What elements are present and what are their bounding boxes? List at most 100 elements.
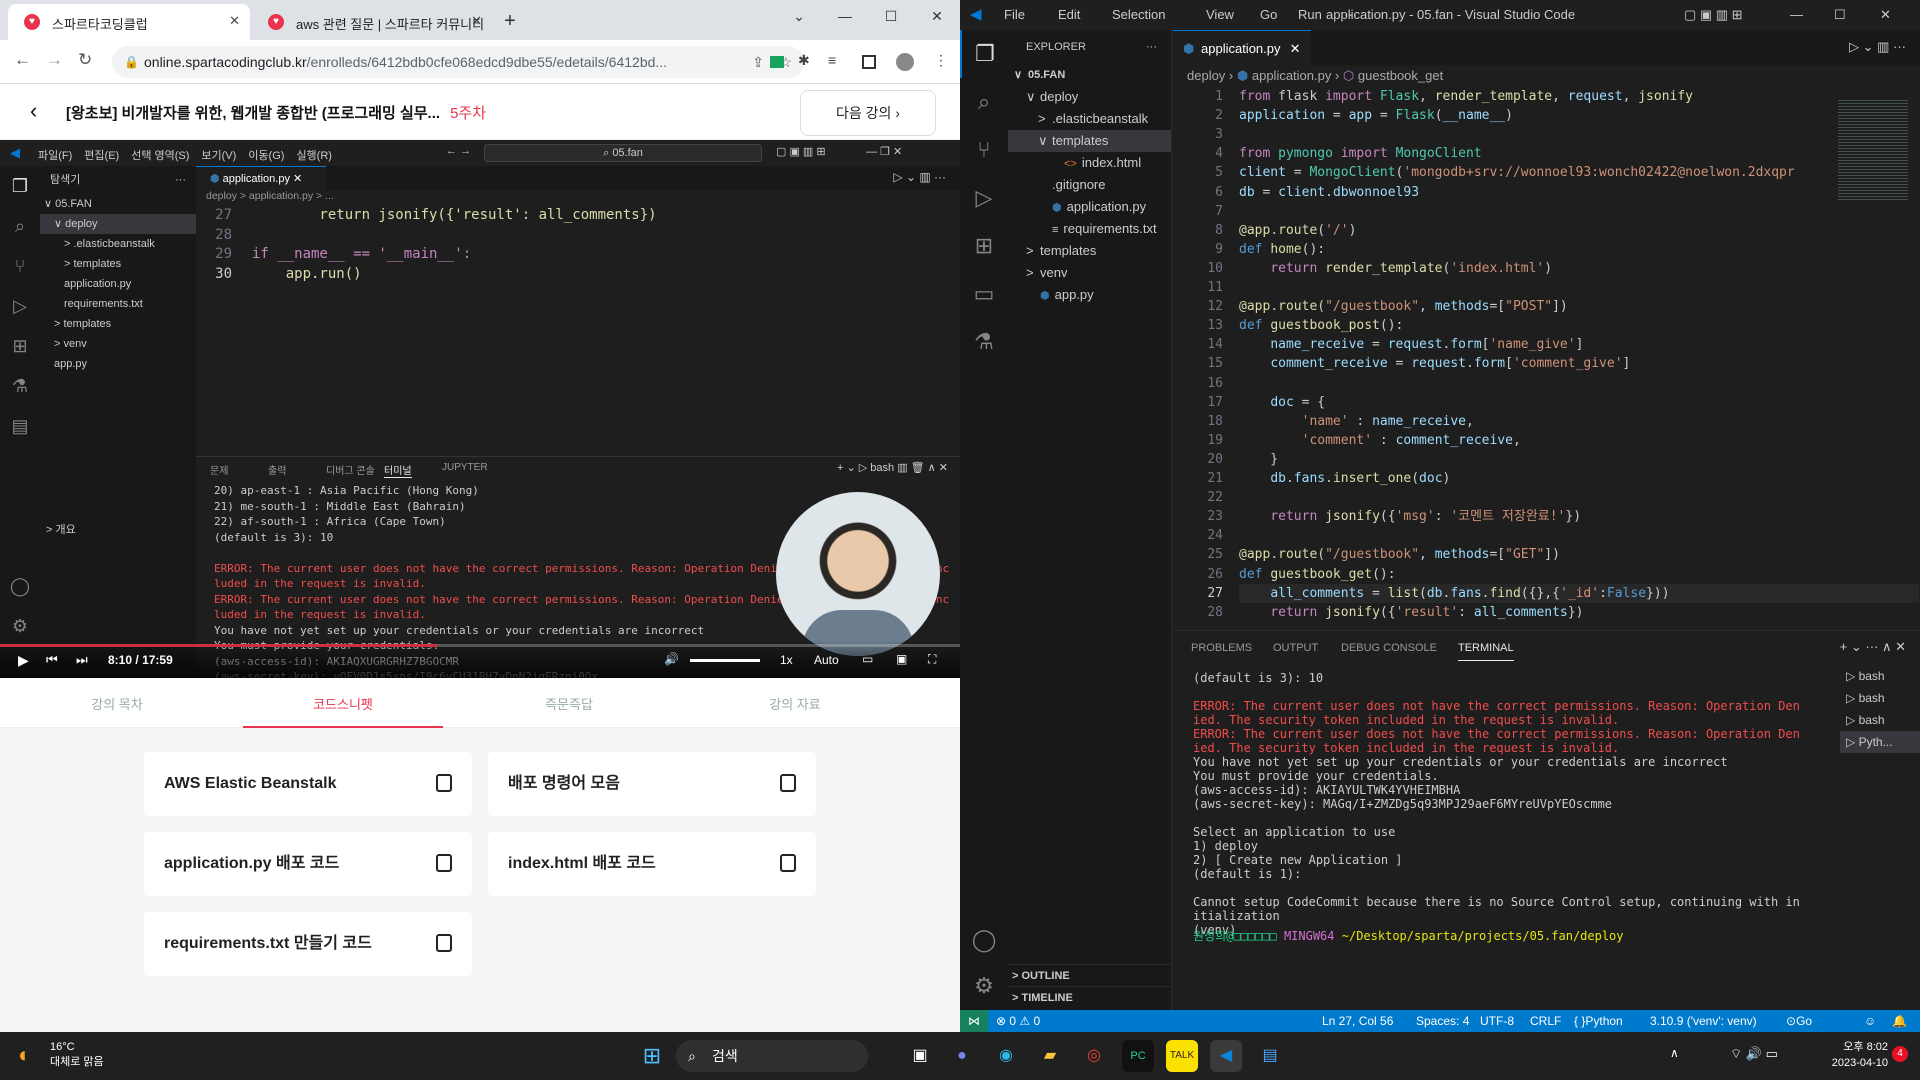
terminal-instance[interactable]: ▷ bash xyxy=(1840,687,1920,709)
copy-icon[interactable] xyxy=(780,774,796,792)
explorer-icon[interactable]: ❐ xyxy=(960,30,1008,78)
extensions-icon[interactable]: ⊞ xyxy=(960,222,1008,270)
subtitles-icon[interactable]: ▭ xyxy=(862,652,873,666)
tab-search-icon[interactable]: ⌄ xyxy=(776,0,822,32)
close-button[interactable]: ✕ xyxy=(914,0,960,32)
browser-tab-active[interactable]: ♥ 스파르타코딩클럽 ✕ xyxy=(8,4,250,40)
snippet-card[interactable]: 배포 명령어 모음 xyxy=(488,752,816,816)
close-button[interactable]: ✕ xyxy=(1880,7,1891,23)
tab-close-icon[interactable]: ✕ xyxy=(471,13,482,29)
snippet-card[interactable]: requirements.txt 만들기 코드 xyxy=(144,912,472,976)
lecture-video[interactable]: ◀ 파일(F) 편집(E) 선택 영역(S) 보기(V) 이동(G) 실행(R) ← → … xyxy=(0,140,960,678)
go-live-button[interactable]: ⊙ Go Live xyxy=(1786,1010,1812,1032)
gear-icon[interactable]: ⚙ xyxy=(960,962,1008,1010)
tree-item[interactable]: ∨ 05.FAN xyxy=(1008,64,1171,86)
outline-section[interactable]: > OUTLINE xyxy=(1008,964,1171,986)
play-icon[interactable]: ▶ xyxy=(18,652,29,669)
terminal-instance[interactable]: ▷ Pyth... xyxy=(1840,731,1920,753)
pycharm-icon[interactable]: PC xyxy=(1122,1040,1154,1072)
reload-icon[interactable]: ↻ xyxy=(78,50,92,70)
panel-tab-debug-console[interactable]: DEBUG CONSOLE xyxy=(1341,642,1437,654)
edge-icon[interactable]: ◉ xyxy=(990,1040,1022,1072)
menu-item-go[interactable]: Go xyxy=(1260,7,1277,22)
language-status[interactable]: { } Python xyxy=(1574,1010,1623,1032)
task-view-icon[interactable]: ▣ xyxy=(904,1040,936,1072)
run-debug-icon[interactable]: ▷ xyxy=(960,174,1008,222)
testing-icon[interactable]: ⚗ xyxy=(960,318,1008,366)
tray-chevron-icon[interactable]: ∧ xyxy=(1670,1046,1679,1060)
vscode-taskbar-icon[interactable]: ◀ xyxy=(1210,1040,1242,1072)
extension-icon[interactable] xyxy=(770,56,784,68)
terminal-instance[interactable]: ▷ bash xyxy=(1840,709,1920,731)
volume-icon[interactable]: 🔊 xyxy=(664,652,679,666)
tree-item[interactable]: .gitignore xyxy=(1008,174,1171,196)
url-bar[interactable]: 🔒 online.spartacodingclub.kr/enrolleds/6… xyxy=(112,46,804,78)
snippet-card[interactable]: AWS Elastic Beanstalk xyxy=(144,752,472,816)
remote-explorer-icon[interactable]: ▭ xyxy=(960,270,1008,318)
reading-list-icon[interactable]: ≡ xyxy=(828,52,836,68)
notification-badge[interactable]: 4 xyxy=(1892,1046,1908,1062)
quality-button[interactable]: Auto xyxy=(814,653,839,667)
share-icon[interactable]: ⇪ xyxy=(752,46,764,78)
course-tab-0[interactable]: 강의 목차 xyxy=(17,694,217,713)
copy-icon[interactable] xyxy=(436,934,452,952)
panel-tab-output[interactable]: OUTPUT xyxy=(1273,642,1318,654)
minimize-button[interactable]: — xyxy=(1790,7,1803,22)
back-chevron-icon[interactable]: ‹ xyxy=(30,98,37,124)
next-lecture-button[interactable]: 다음 강의 › xyxy=(800,90,936,136)
menu-item-view[interactable]: View xyxy=(1206,7,1234,22)
tree-item[interactable]: <> index.html xyxy=(1008,152,1171,174)
editor-tab-application-py[interactable]: ⬢ application.py ✕ xyxy=(1173,30,1311,65)
tray-status-icons[interactable]: ⌔ 🔊 ▭ xyxy=(1730,1046,1778,1062)
menu-item-file[interactable]: File xyxy=(1004,7,1025,22)
layout-icons[interactable]: ▢ ▣ ▥ ⊞ xyxy=(1684,7,1743,23)
tree-item[interactable]: ⬢ app.py xyxy=(1008,284,1171,306)
copy-icon[interactable] xyxy=(436,774,452,792)
panel-tab-problems[interactable]: PROBLEMS xyxy=(1191,642,1252,654)
snippet-card[interactable]: index.html 배포 코드 xyxy=(488,832,816,896)
copy-icon[interactable] xyxy=(780,854,796,872)
kakaotalk-icon[interactable]: TALK xyxy=(1166,1040,1198,1072)
snippet-card[interactable]: application.py 배포 코드 xyxy=(144,832,472,896)
forward-arrow-icon[interactable]: → xyxy=(46,50,63,70)
taskbar-search[interactable]: ⌕ 검색 xyxy=(676,1040,868,1072)
menu-item-edit[interactable]: Edit xyxy=(1058,7,1080,22)
chrome-icon[interactable]: ◎ xyxy=(1078,1040,1110,1072)
more-icon[interactable]: ··· xyxy=(1146,30,1157,64)
weather-widget[interactable]: 16°C 대체로 맑음 xyxy=(50,1040,104,1070)
panel-tab-terminal[interactable]: TERMINAL xyxy=(1458,642,1514,661)
menu-item-run[interactable]: Run xyxy=(1298,7,1322,22)
notifications-bell-icon[interactable]: 🔔 xyxy=(1892,1010,1907,1032)
course-tab-1[interactable]: 코드스니펫 xyxy=(243,694,443,728)
interpreter-status[interactable]: 3.10.9 ('venv': venv) xyxy=(1650,1010,1757,1032)
fullscreen-icon[interactable]: ⛶ xyxy=(928,652,936,667)
tree-item[interactable]: > .elasticbeanstalk xyxy=(1008,108,1171,130)
tree-item[interactable]: ≡ requirements.txt xyxy=(1008,218,1171,240)
tree-item[interactable]: ⬢ application.py xyxy=(1008,196,1171,218)
encoding-status[interactable]: UTF-8 xyxy=(1480,1010,1514,1032)
skip-forward-icon[interactable]: ⏭ xyxy=(76,652,88,668)
course-tab-2[interactable]: 즉문즉답 xyxy=(469,694,669,713)
side-panel-icon[interactable] xyxy=(862,55,876,69)
weather-icon[interactable]: ◐ xyxy=(18,1042,31,1068)
copy-icon[interactable] xyxy=(436,854,452,872)
back-arrow-icon[interactable]: ← xyxy=(14,50,31,70)
speed-button[interactable]: 1x xyxy=(780,653,793,667)
file-explorer-icon[interactable]: ▰ xyxy=(1034,1040,1066,1072)
account-icon[interactable]: ◯ xyxy=(960,916,1008,964)
teams-icon[interactable]: ● xyxy=(946,1040,978,1072)
code-area[interactable]: 1 from flask import Flask, render_templat… xyxy=(1173,87,1920,647)
clock[interactable]: 오후 8:02 2023-04-10 xyxy=(1818,1039,1888,1071)
minimap[interactable] xyxy=(1838,100,1908,200)
editor-actions-icons[interactable]: ▷ ⌄ ▥ ··· xyxy=(1849,39,1906,55)
problems-status[interactable]: ⊗ 0 ⚠ 0 xyxy=(996,1010,1040,1032)
tree-item[interactable]: ∨ templates xyxy=(1008,130,1171,152)
notepad-icon[interactable]: ▤ xyxy=(1254,1040,1286,1072)
tree-item[interactable]: ∨ deploy xyxy=(1008,86,1171,108)
source-control-icon[interactable]: ⑂ xyxy=(960,126,1008,174)
course-tab-3[interactable]: 강의 자료 xyxy=(695,694,895,713)
indent-status[interactable]: Spaces: 4 xyxy=(1416,1010,1469,1032)
minimize-button[interactable]: — xyxy=(822,0,868,32)
terminal-instance[interactable]: ▷ bash xyxy=(1840,665,1920,687)
maximize-button[interactable]: ☐ xyxy=(1834,7,1846,23)
